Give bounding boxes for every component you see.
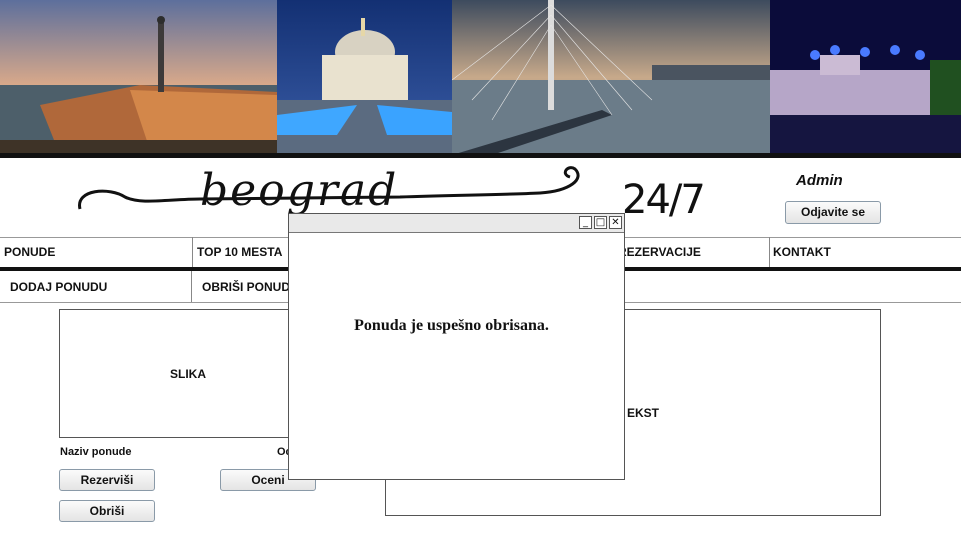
admin-name: Admin <box>796 172 843 189</box>
minimize-icon[interactable]: _ <box>579 216 592 229</box>
reserve-button[interactable]: Rezerviši <box>59 469 155 491</box>
logo-suffix: 24/7 <box>622 177 706 223</box>
nav-item-ponude[interactable]: PONUDE <box>0 237 192 267</box>
ada-bridge-photo <box>452 0 770 155</box>
delete-button[interactable]: Obriši <box>59 500 155 522</box>
dialog-titlebar <box>289 214 624 233</box>
subnav-delete-offer[interactable]: OBRIŠI PONUDU <box>202 272 302 302</box>
fortress-night-concert-photo <box>770 0 961 155</box>
logo-text: beograd <box>200 165 399 216</box>
close-icon[interactable]: ✕ <box>609 216 622 229</box>
belgrade-fortress-photo <box>0 0 277 155</box>
subnav-add-offer[interactable]: DODAJ PONUDU <box>10 272 190 302</box>
offer-text-label: EKST <box>627 406 660 420</box>
nav-item-kontakt[interactable]: KONTAKT <box>769 237 961 267</box>
logout-button[interactable]: Odjavite se <box>785 201 881 224</box>
offer-image-label: SLIKA <box>170 367 206 381</box>
saint-sava-temple-photo <box>277 0 452 155</box>
dialog-message: Ponuda je uspešno obrisana. <box>354 317 549 334</box>
deleted-dialog: _ □ ✕ Ponuda je uspešno obrisana. <box>288 213 625 480</box>
maximize-icon[interactable]: □ <box>594 216 607 229</box>
offer-name-label: Naziv ponude <box>60 446 132 458</box>
